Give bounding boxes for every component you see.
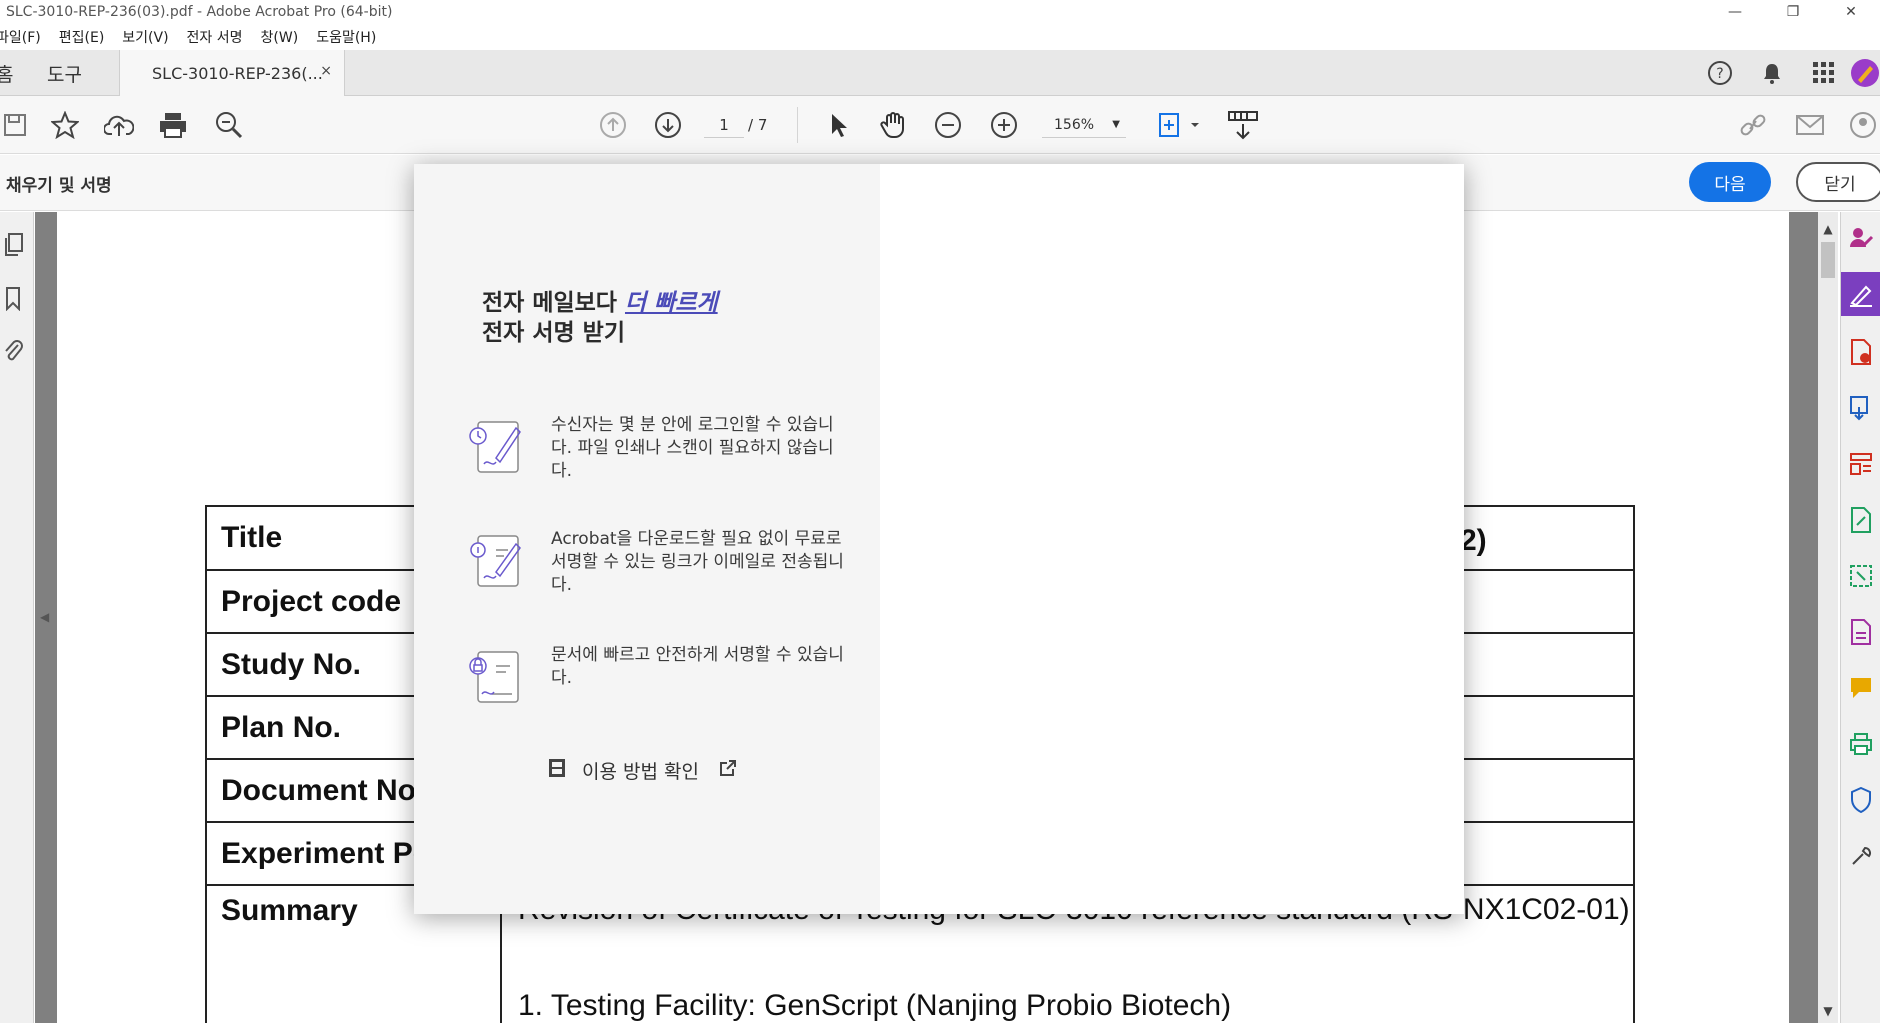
menu-bar: 파일(F) 편집(E) 보기(V) 전자 서명 창(W) 도움말(H) <box>0 24 1880 50</box>
prev-page-icon[interactable] <box>598 110 628 140</box>
zoom-value: 156% <box>1054 117 1095 133</box>
share-link-icon[interactable] <box>1738 110 1768 140</box>
doc-row-label: Document No. <box>221 774 425 807</box>
page-thumbnails-icon[interactable] <box>0 230 28 260</box>
doc-row-label: Experiment Pe <box>221 837 430 870</box>
doc-title-value: 2) <box>1460 524 1487 557</box>
comment-icon[interactable] <box>1841 666 1880 710</box>
window-title: SLC-3010-REP-236(03).pdf - Adobe Acrobat… <box>6 4 393 20</box>
menu-window[interactable]: 창(W) <box>261 27 299 47</box>
apps-grid-icon[interactable] <box>1798 62 1850 84</box>
menu-file[interactable]: 파일(F) <box>0 27 41 47</box>
chevron-down-icon: ▼ <box>1112 119 1120 130</box>
doc-row-label: Summary <box>221 894 358 927</box>
star-icon[interactable] <box>50 110 80 140</box>
sign-link-icon <box>466 528 530 592</box>
tab-document[interactable]: SLC-3010-REP-236(... × <box>119 50 345 97</box>
dialog-title-line1: 전자 메일보다 <box>482 290 625 316</box>
share-user-icon[interactable] <box>1848 110 1878 140</box>
doc-row-label: Plan No. <box>221 711 342 744</box>
fill-sign-label: 채우기 및 서명 <box>6 176 112 196</box>
dialog-title-accent: 더 빠르게 <box>624 290 718 316</box>
zoom-in-icon[interactable] <box>989 110 1019 140</box>
tab-bar: 홈 도구 SLC-3010-REP-236(... × ? <box>0 50 1880 97</box>
protect-doc-icon[interactable] <box>1841 610 1880 654</box>
collapse-left-panel-icon[interactable]: ◀ <box>40 610 49 624</box>
doc-row-label: Study No. <box>221 648 361 681</box>
feature-text: 문서에 빠르고 안전하게 서명할 수 있습니다. <box>551 645 844 688</box>
organize-pages-icon[interactable] <box>1841 442 1880 486</box>
main-toolbar <box>0 96 1880 154</box>
next-page-icon[interactable] <box>653 110 683 140</box>
tab-home[interactable]: 홈 <box>0 50 13 96</box>
tab-document-label: SLC-3010-REP-236(... <box>152 64 323 83</box>
left-nav-rail <box>0 212 34 1023</box>
request-signature-icon[interactable] <box>1841 216 1880 260</box>
right-tools-rail <box>1840 212 1880 1023</box>
external-link-icon <box>719 759 737 782</box>
scroll-mode-icon[interactable] <box>1226 110 1260 140</box>
scroll-up-icon[interactable]: ▲ <box>1818 222 1838 236</box>
help-icon[interactable]: ? <box>1694 60 1746 86</box>
page-total: / 7 <box>748 116 768 134</box>
page-number-input[interactable]: 1 <box>704 112 744 138</box>
doc-summary-line2: 1. Testing Facility: GenScript (Nanjing … <box>518 989 1232 1022</box>
dialog-left-pane: 전자 메일보다 더 빠르게 전자 서명 받기 수신자는 몇 분 안에 로그인할 … <box>414 164 880 914</box>
upload-cloud-icon[interactable] <box>104 110 134 140</box>
zoom-search-icon[interactable] <box>214 110 244 140</box>
film-icon <box>548 758 566 783</box>
fit-page-icon[interactable] <box>1156 110 1202 140</box>
window-controls: — ❐ ✕ <box>1706 0 1880 24</box>
dialog-title-line2: 전자 서명 받기 <box>482 320 625 346</box>
more-tools-icon[interactable] <box>1841 834 1880 878</box>
feature-text: 수신자는 몇 분 안에 로그인할 수 있습니다. 파일 인쇄나 스캔이 필요하지… <box>551 415 834 481</box>
print-icon[interactable] <box>158 110 188 140</box>
fill-sign-icon[interactable] <box>1841 272 1880 316</box>
next-button[interactable]: 다음 <box>1689 162 1771 202</box>
how-to-link[interactable]: 이용 방법 확인 <box>548 757 737 784</box>
feature-text: Acrobat을 다운로드할 필요 없이 무료로 서명할 수 있는 링크가 이메… <box>551 529 844 595</box>
menu-view[interactable]: 보기(V) <box>122 27 168 47</box>
close-window-button[interactable]: ✕ <box>1822 0 1880 24</box>
tab-tools[interactable]: 도구 <box>47 50 82 96</box>
dialog-title: 전자 메일보다 더 빠르게 전자 서명 받기 <box>482 288 718 348</box>
svg-text:?: ? <box>1716 66 1723 82</box>
compress-icon[interactable] <box>1841 554 1880 598</box>
minimize-button[interactable]: — <box>1706 0 1764 24</box>
close-button[interactable]: 닫기 <box>1796 162 1880 202</box>
export-pdf-icon[interactable] <box>1841 386 1880 430</box>
email-icon[interactable] <box>1795 110 1825 140</box>
print-production-icon[interactable] <box>1841 722 1880 766</box>
how-to-label: 이용 방법 확인 <box>582 761 699 783</box>
title-bar: SLC-3010-REP-236(03).pdf - Adobe Acrobat… <box>0 0 1880 24</box>
menu-help[interactable]: 도움말(H) <box>316 27 376 47</box>
top-right-icons: ? <box>1694 50 1880 96</box>
restore-button[interactable]: ❐ <box>1764 0 1822 24</box>
create-pdf-icon[interactable] <box>1841 330 1880 374</box>
attachment-icon[interactable] <box>0 336 28 366</box>
scrollbar-thumb[interactable] <box>1821 242 1835 278</box>
tab-close-icon[interactable]: × <box>320 63 332 79</box>
zoom-out-icon[interactable] <box>933 110 963 140</box>
bookmark-icon[interactable] <box>0 284 28 314</box>
edit-pdf-icon[interactable] <box>1841 498 1880 542</box>
menu-esign[interactable]: 전자 서명 <box>187 27 243 47</box>
select-cursor-icon[interactable] <box>824 110 854 140</box>
user-avatar[interactable] <box>1850 58 1880 88</box>
shield-icon[interactable] <box>1841 778 1880 822</box>
sign-timer-icon <box>466 414 530 478</box>
scroll-down-icon[interactable]: ▼ <box>1818 1004 1838 1018</box>
bell-icon[interactable] <box>1746 61 1798 85</box>
menu-edit[interactable]: 편집(E) <box>59 27 105 47</box>
zoom-select[interactable]: 156% ▼ <box>1042 112 1126 138</box>
vertical-scrollbar[interactable]: ▲ ▼ <box>1818 212 1838 1023</box>
doc-row-label: Title <box>221 521 283 554</box>
doc-row-label: Project code <box>221 585 402 618</box>
e-sign-promo-dialog: 전자 메일보다 더 빠르게 전자 서명 받기 수신자는 몇 분 안에 로그인할 … <box>414 164 1464 914</box>
toolbar-divider <box>797 107 798 143</box>
save-icon[interactable] <box>0 110 30 140</box>
hand-tool-icon[interactable] <box>878 110 908 140</box>
sign-lock-icon <box>466 644 530 708</box>
